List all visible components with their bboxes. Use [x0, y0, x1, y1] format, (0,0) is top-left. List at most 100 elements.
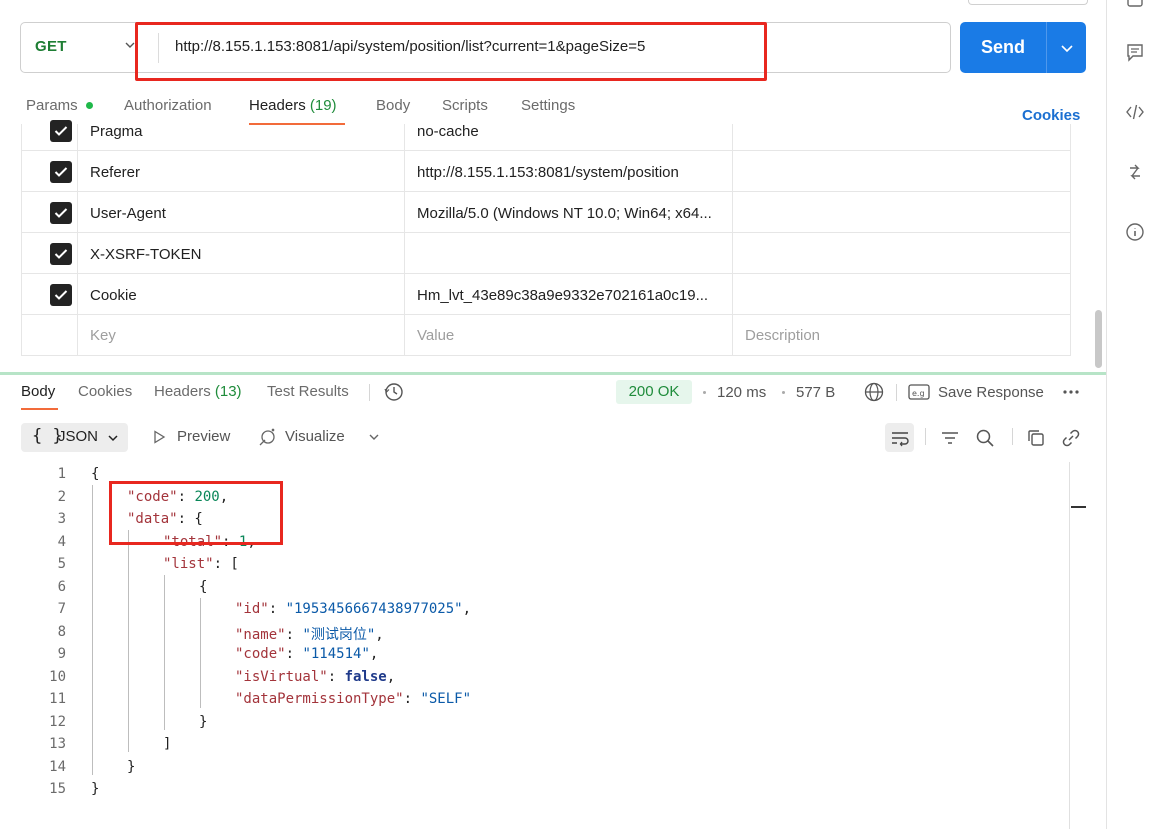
info-icon[interactable] [1124, 221, 1146, 243]
header-key[interactable]: Referer [90, 164, 140, 181]
status-badge[interactable]: 200 OK [616, 380, 692, 404]
separator-dot [703, 391, 706, 394]
indent-guide [200, 598, 201, 708]
header-key[interactable]: User-Agent [90, 205, 166, 222]
json-key: "name" [235, 627, 286, 643]
params-indicator-dot [86, 102, 93, 109]
code-highlight-box [109, 481, 283, 545]
preview-button[interactable]: Preview [177, 428, 230, 445]
header-value[interactable]: Mozilla/5.0 (Windows NT 10.0; Win64; x64… [417, 205, 712, 222]
history-icon[interactable] [383, 381, 405, 403]
code-line: "code": "114514", [235, 646, 379, 662]
header-value[interactable]: no-cache [417, 123, 479, 140]
description-placeholder[interactable]: Description [745, 327, 820, 344]
save-example-icon[interactable]: e.g [908, 383, 930, 401]
document-icon[interactable] [1124, 0, 1146, 16]
code-line: "id": "1953456667438977025", [235, 601, 472, 617]
send-button[interactable]: Send [960, 22, 1046, 73]
more-options-icon[interactable] [1061, 386, 1081, 398]
code-line: } [127, 759, 136, 775]
indent-guide [92, 485, 93, 775]
row-checkbox[interactable] [50, 284, 72, 306]
visualize-button[interactable]: Visualize [285, 428, 345, 445]
line-number: 8 [57, 624, 66, 640]
separator-dot [782, 391, 785, 394]
json-string: "SELF" [420, 691, 472, 707]
svg-text:e.g: e.g [912, 389, 925, 398]
active-response-tab-underline [21, 408, 58, 410]
format-label: JSON [58, 428, 99, 445]
response-tab-headers[interactable]: Headers (13) [154, 383, 242, 400]
top-stub [968, 0, 1088, 5]
code-line: "name": "测试岗位", [235, 627, 384, 643]
indent-guide [128, 530, 129, 752]
visualize-icon [259, 428, 275, 446]
response-tab-body[interactable]: Body [21, 383, 55, 400]
json-string: "测试岗位" [302, 627, 376, 643]
row-checkbox[interactable] [50, 202, 72, 224]
pane-splitter[interactable] [0, 372, 1106, 375]
header-value[interactable]: Hm_lvt_43e89c38a9e9332e702161a0c19... [417, 287, 708, 304]
line-number: 3 [57, 511, 66, 527]
line-number: 13 [49, 736, 66, 752]
indent-guide [164, 575, 165, 730]
code-line: } [199, 714, 208, 730]
json-key: "id" [235, 601, 269, 617]
row-checkbox[interactable] [50, 120, 72, 142]
link-icon[interactable] [1060, 427, 1082, 449]
editor-ruler [1069, 462, 1070, 829]
response-tab-cookies[interactable]: Cookies [78, 383, 132, 400]
chevron-down-icon [108, 435, 118, 442]
key-placeholder[interactable]: Key [90, 327, 116, 344]
play-icon [154, 430, 166, 444]
search-icon[interactable] [974, 427, 996, 449]
line-number: 4 [57, 534, 66, 550]
response-time[interactable]: 120 ms [717, 384, 766, 401]
code-line: { [199, 579, 208, 595]
divider [369, 384, 370, 401]
line-number: 14 [49, 759, 66, 775]
json-key: "dataPermissionType" [235, 691, 404, 707]
line-number: 10 [49, 669, 66, 685]
filter-icon[interactable] [939, 427, 961, 449]
header-key[interactable]: Pragma [90, 123, 143, 140]
code-line: { [91, 466, 100, 482]
related-icon[interactable] [1124, 161, 1146, 183]
code-line: ] [163, 736, 172, 752]
json-key: "list" [163, 556, 214, 572]
code-line: } [91, 781, 100, 797]
globe-icon[interactable] [863, 381, 885, 403]
row-checkbox[interactable] [50, 243, 72, 265]
header-key[interactable]: Cookie [90, 287, 137, 304]
save-response-button[interactable]: Save Response [938, 384, 1044, 401]
line-number: 15 [49, 781, 66, 797]
response-tab-test-results[interactable]: Test Results [267, 383, 349, 400]
header-value[interactable]: http://8.155.1.153:8081/system/position [417, 164, 679, 181]
divider [896, 384, 897, 401]
json-string: "1953456667438977025" [285, 601, 463, 617]
response-tab-headers-label: Headers [154, 383, 211, 400]
scrollbar[interactable] [1095, 310, 1102, 368]
value-placeholder[interactable]: Value [417, 327, 454, 344]
code-line: "isVirtual": false, [235, 669, 396, 685]
method-select[interactable]: GET [35, 38, 67, 55]
line-number: 12 [49, 714, 66, 730]
code-icon[interactable] [1124, 101, 1146, 123]
row-checkbox[interactable] [50, 161, 72, 183]
chevron-down-icon[interactable] [367, 430, 381, 444]
copy-icon[interactable] [1025, 427, 1047, 449]
line-number: 6 [57, 579, 66, 595]
header-key[interactable]: X-XSRF-TOKEN [90, 246, 201, 263]
line-number: 9 [57, 646, 66, 662]
table-row [21, 315, 1071, 356]
line-number: 2 [57, 489, 66, 505]
response-size[interactable]: 577 B [796, 384, 835, 401]
comment-icon[interactable] [1124, 41, 1146, 63]
send-options-chevron-icon[interactable] [1059, 40, 1075, 56]
editor-ruler-marker [1071, 506, 1086, 508]
url-highlight-box [135, 22, 767, 81]
right-rail-divider [1106, 0, 1107, 829]
json-boolean: false [344, 669, 387, 685]
send-divider [1046, 22, 1047, 73]
code-line: "dataPermissionType": "SELF" [235, 691, 472, 707]
